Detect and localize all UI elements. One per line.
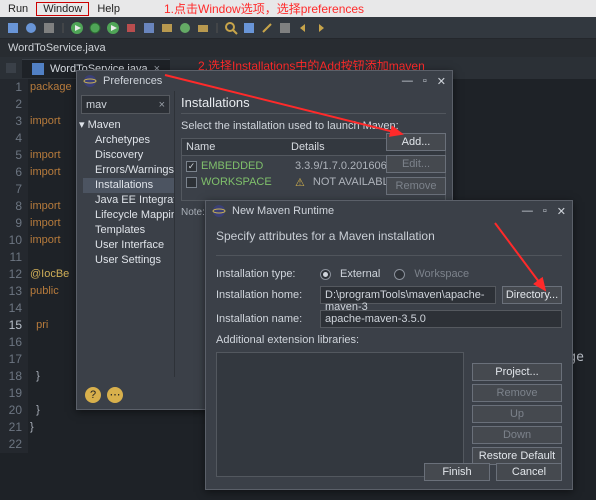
- checkbox-icon[interactable]: [186, 177, 197, 188]
- eclipse-icon: [83, 74, 97, 88]
- minimize-icon[interactable]: —: [402, 75, 413, 88]
- clear-icon[interactable]: ×: [159, 99, 165, 111]
- install-home-input[interactable]: D:\programTools\maven\apache-maven-3: [320, 286, 496, 304]
- remove-button[interactable]: Remove: [386, 177, 446, 195]
- close-icon[interactable]: ✕: [437, 75, 446, 88]
- menu-run[interactable]: Run: [0, 2, 36, 16]
- java-file-icon: [32, 63, 44, 75]
- prefs-titlebar[interactable]: Preferences — ▫ ✕: [77, 71, 452, 91]
- install-name-row: Installation name: apache-maven-3.5.0: [216, 310, 562, 328]
- install-type-row: Installation type: External Workspace: [216, 268, 562, 280]
- run-class-icon[interactable]: [106, 21, 120, 35]
- search-icon[interactable]: [224, 21, 238, 35]
- runtime-titlebar[interactable]: New Maven Runtime — ▫ ✕: [206, 201, 572, 221]
- maximize-icon[interactable]: ▫: [543, 205, 547, 218]
- minimize-icon[interactable]: —: [522, 205, 533, 218]
- file-strip: WordToService.java: [0, 39, 596, 57]
- toolbar-icon[interactable]: [6, 21, 20, 35]
- nav-back-icon[interactable]: [296, 21, 310, 35]
- runtime-heading: Specify attributes for a Maven installat…: [216, 229, 562, 256]
- install-name-input[interactable]: apache-maven-3.5.0: [320, 310, 562, 328]
- help-icon[interactable]: ?: [85, 387, 101, 403]
- close-icon[interactable]: ✕: [557, 205, 566, 218]
- ext-lib-label: Additional extension libraries:: [216, 334, 562, 346]
- prefs-heading: Installations: [181, 95, 446, 114]
- remove-button[interactable]: Remove: [472, 384, 562, 402]
- new-maven-runtime-dialog: New Maven Runtime — ▫ ✕ Specify attribut…: [205, 200, 573, 490]
- eclipse-icon: [212, 204, 226, 218]
- file-name: WordToService.java: [8, 42, 106, 54]
- prefs-instruction: Select the installation used to launch M…: [181, 120, 446, 132]
- tree-installations[interactable]: Installations: [83, 178, 174, 193]
- prefs-tree[interactable]: ▾ Maven Archetypes Discovery Errors/Warn…: [77, 118, 174, 268]
- prefs-sidebar: mav × ▾ Maven Archetypes Discovery Error…: [77, 91, 175, 377]
- separator: [60, 21, 66, 35]
- add-button[interactable]: Add...: [386, 133, 446, 151]
- install-home-row: Installation home: D:\programTools\maven…: [216, 286, 562, 304]
- separator: [214, 21, 220, 35]
- radio-external[interactable]: [320, 269, 331, 280]
- radio-workspace[interactable]: [394, 269, 405, 280]
- install-name-label: Installation name:: [216, 313, 314, 325]
- finish-button[interactable]: Finish: [424, 463, 490, 481]
- package-icon[interactable]: [160, 21, 174, 35]
- directory-button[interactable]: Directory...: [502, 286, 562, 304]
- toolbar-icon[interactable]: [242, 21, 256, 35]
- gutter: 12345678910111213141516171819202122: [0, 79, 28, 453]
- cancel-button[interactable]: Cancel: [496, 463, 562, 481]
- prefs-search[interactable]: mav ×: [81, 95, 170, 114]
- toolbar-icon[interactable]: [142, 21, 156, 35]
- install-home-label: Installation home:: [216, 289, 314, 301]
- toolbar-icon[interactable]: [42, 21, 56, 35]
- project-button[interactable]: Project...: [472, 363, 562, 381]
- new-class-icon[interactable]: [178, 21, 192, 35]
- menu-help[interactable]: Help: [89, 2, 128, 16]
- prefs-search-text: mav: [86, 99, 107, 111]
- install-type-label: Installation type:: [216, 268, 314, 280]
- tab-icon: [4, 61, 18, 75]
- maximize-icon[interactable]: ▫: [423, 75, 427, 88]
- toolbar-icon[interactable]: [278, 21, 292, 35]
- import-icon[interactable]: ⋯: [107, 387, 123, 403]
- run-icon[interactable]: [70, 21, 84, 35]
- debug-icon[interactable]: [88, 21, 102, 35]
- ext-lib-list[interactable]: [216, 352, 464, 477]
- folder-icon[interactable]: [196, 21, 210, 35]
- nav-fwd-icon[interactable]: [314, 21, 328, 35]
- wand-icon[interactable]: [260, 21, 274, 35]
- toolbar-icon[interactable]: [24, 21, 38, 35]
- checkbox-icon[interactable]: ✓: [186, 161, 197, 172]
- runtime-side-buttons: Project... Remove Up Down Restore Defaul…: [472, 363, 562, 465]
- menubar[interactable]: Run Window Help: [0, 0, 596, 17]
- main-toolbar: [0, 17, 596, 39]
- menu-window[interactable]: Window: [36, 2, 89, 16]
- runtime-title: New Maven Runtime: [232, 205, 334, 217]
- prefs-title: Preferences: [103, 75, 162, 87]
- edit-button[interactable]: Edit...: [386, 155, 446, 173]
- stop-icon[interactable]: [124, 21, 138, 35]
- up-button[interactable]: Up: [472, 405, 562, 423]
- down-button[interactable]: Down: [472, 426, 562, 444]
